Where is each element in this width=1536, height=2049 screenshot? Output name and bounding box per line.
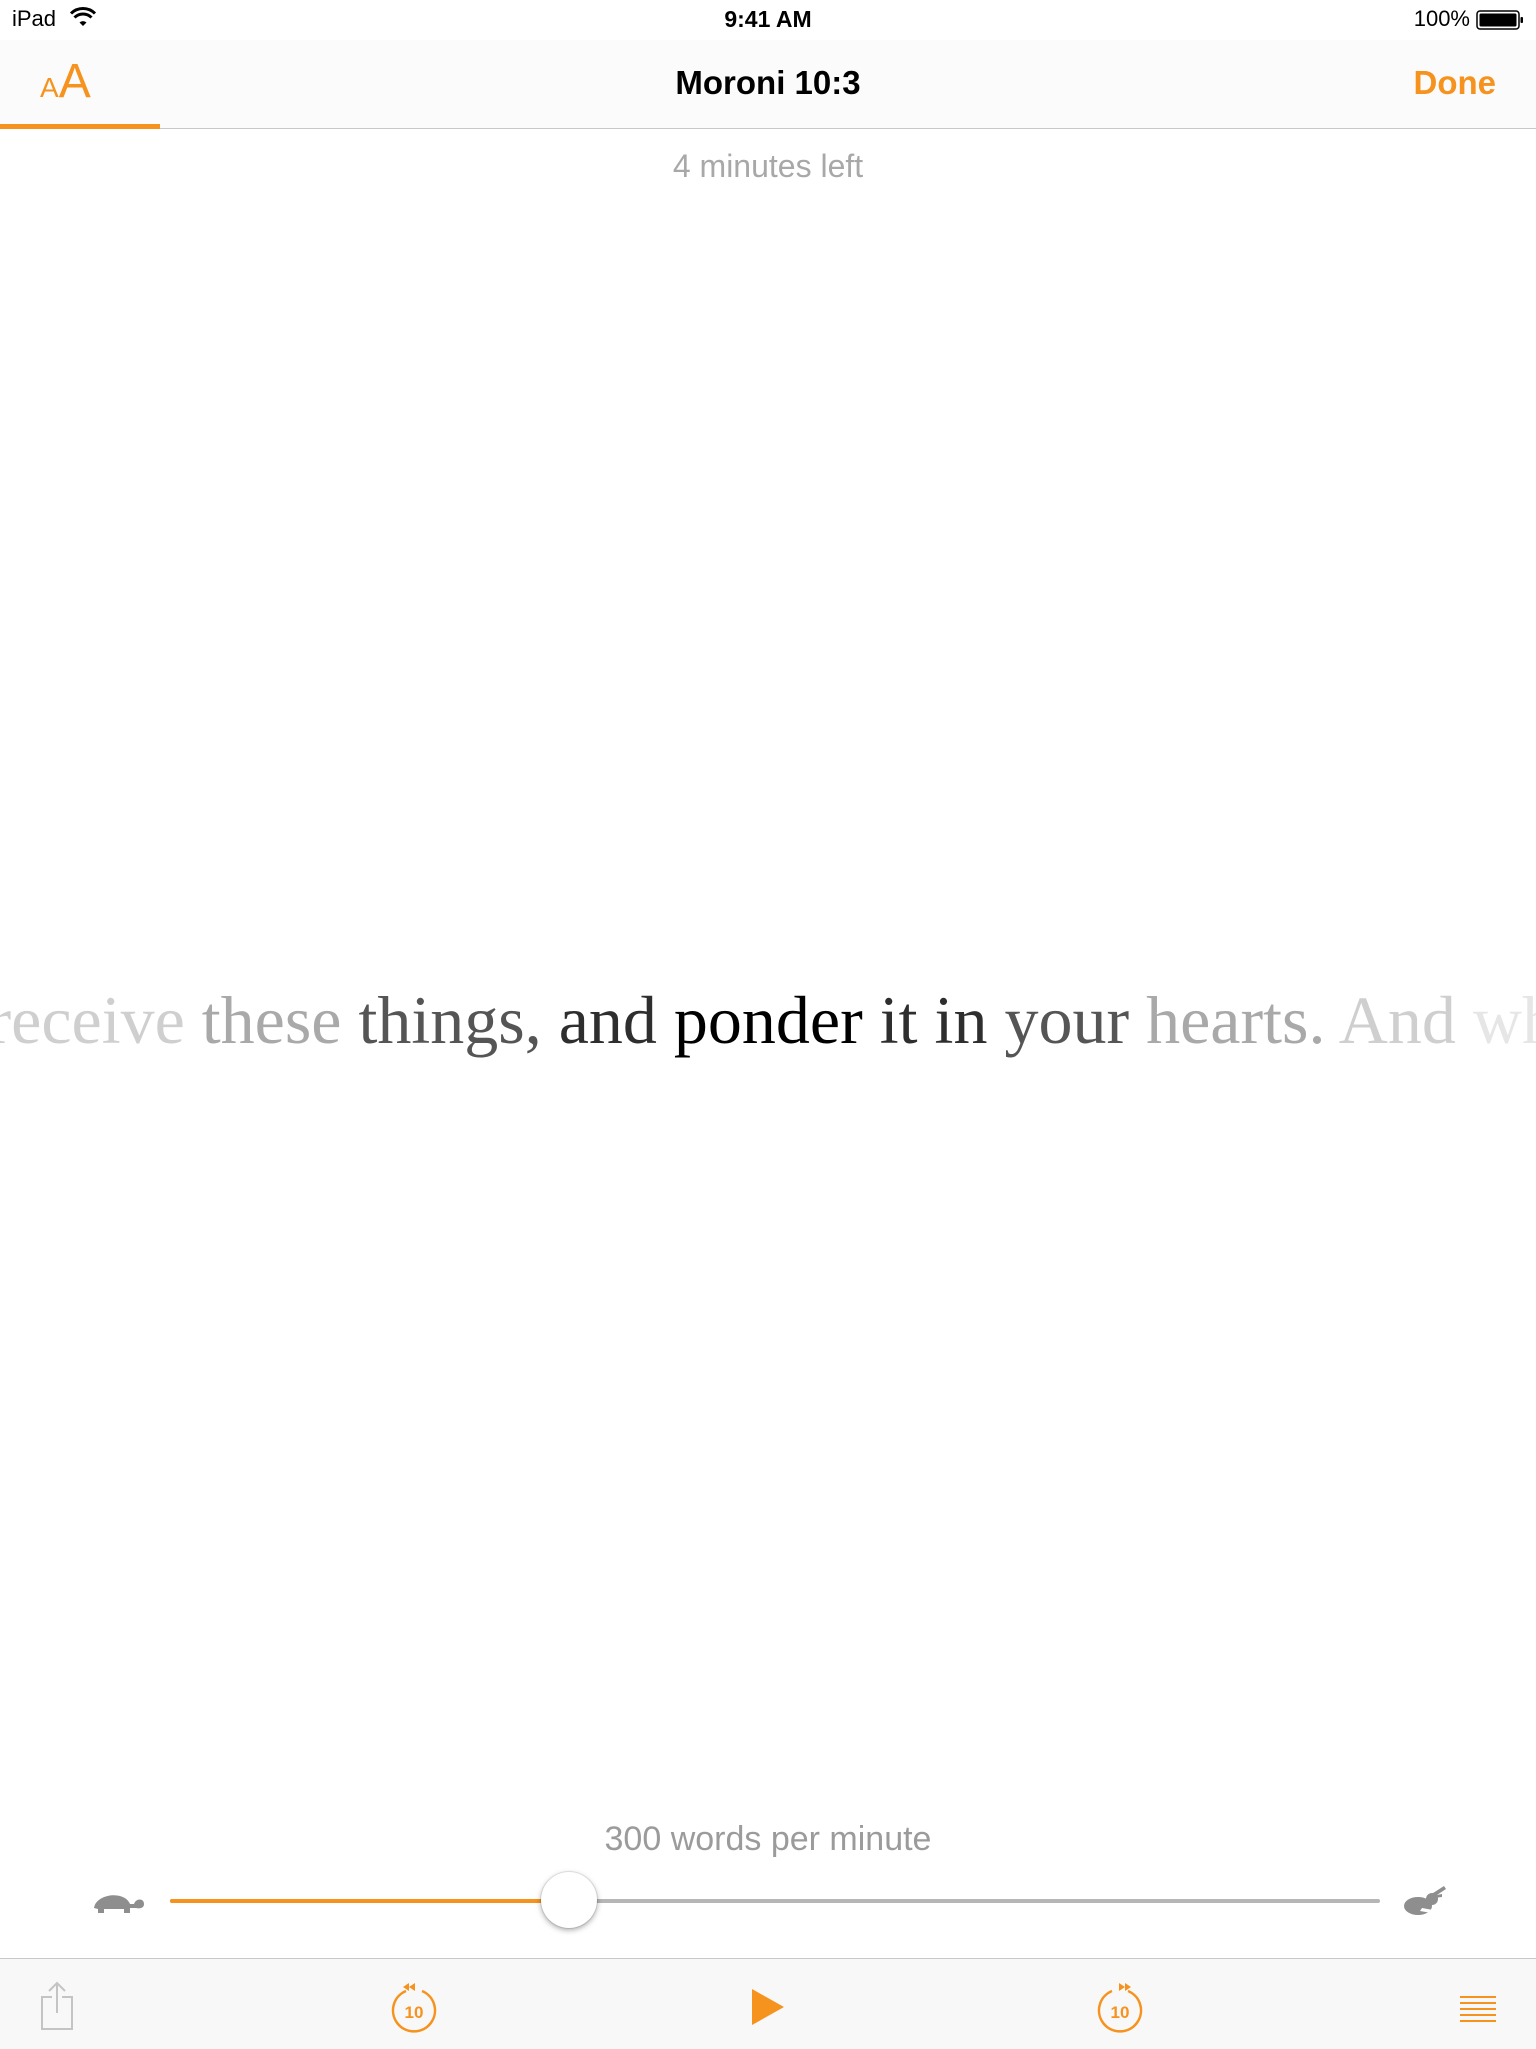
speed-slider-thumb[interactable] [541, 1872, 598, 1928]
reading-words: receive these things, and ponder it in y… [0, 980, 1536, 1060]
font-size-button[interactable]: AA [0, 40, 160, 129]
list-icon [1460, 1996, 1496, 2022]
font-size-selected-indicator [0, 124, 160, 129]
rabbit-icon [1404, 1886, 1446, 1915]
speed-label: 300 words per minute [604, 1820, 932, 1858]
reader-word: And [1338, 982, 1456, 1058]
svg-text:10: 10 [1111, 2003, 1130, 2022]
play-icon [752, 1989, 784, 2025]
rewind-10-icon: 10 [391, 1983, 437, 2033]
font-size-icon: AA [40, 55, 91, 108]
nav-bar: AA Moroni 10:3 Done [0, 40, 1536, 129]
share-icon [41, 1981, 73, 2030]
page-title: Moroni 10:3 [675, 64, 861, 101]
contents-button[interactable] [1448, 1977, 1508, 2037]
svg-text:10: 10 [405, 2003, 424, 2022]
reader-word: these [201, 982, 342, 1058]
play-button[interactable] [738, 1977, 798, 2037]
status-time: 9:41 AM [724, 6, 812, 32]
done-button[interactable]: Done [1414, 64, 1497, 102]
rewind-10-button[interactable]: 10 [384, 1977, 444, 2037]
speed-slider-track[interactable] [170, 1899, 1380, 1903]
reader-word: in [934, 982, 988, 1058]
status-bar: iPad 9:41 AM 100% [0, 0, 1536, 40]
forward-10-button[interactable]: 10 [1090, 1977, 1150, 2037]
speed-slider-fill [170, 1899, 570, 1903]
bottom-toolbar: 10 10 [0, 1958, 1536, 2049]
reader-word: receive [0, 982, 185, 1058]
reader-word: and [558, 982, 657, 1058]
reader-word: it [879, 982, 918, 1058]
share-button[interactable] [30, 1977, 90, 2037]
forward-10-icon: 10 [1097, 1983, 1143, 2033]
reader-focus-word: ponder [673, 982, 863, 1058]
time-left-label: 4 minutes left [672, 148, 864, 184]
reading-line[interactable]: receive these things, and ponder it in y… [0, 980, 1536, 1070]
reader-word: things, [358, 982, 542, 1058]
reader-word: your [1004, 982, 1130, 1058]
battery-percentage: 100% [1413, 6, 1470, 31]
turtle-icon [94, 1895, 144, 1913]
reader-word: wh [1472, 982, 1536, 1058]
battery-icon [1476, 10, 1523, 30]
reader-word: hearts. [1146, 982, 1326, 1058]
